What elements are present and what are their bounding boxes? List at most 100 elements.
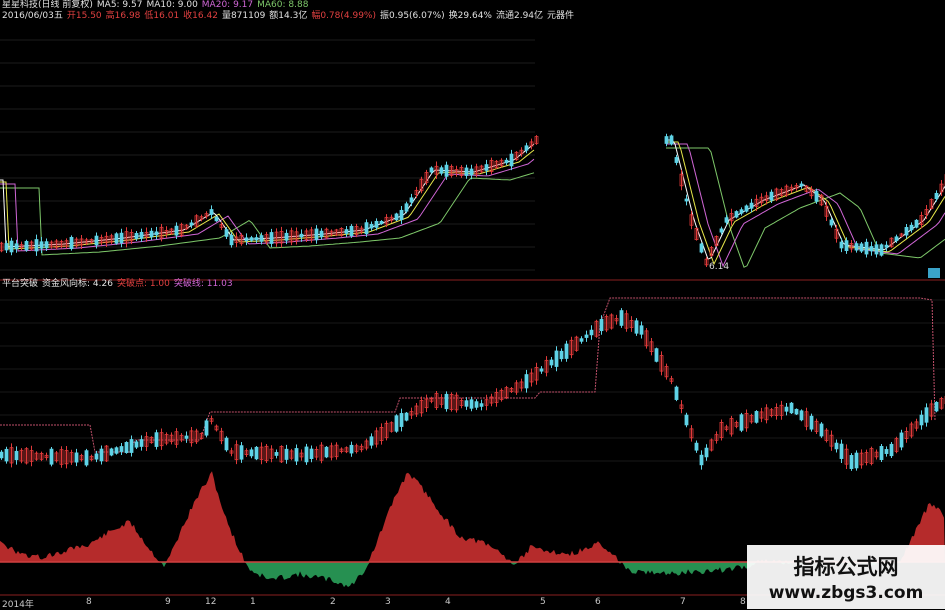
axis-label: 2014年 bbox=[2, 600, 34, 610]
candle-body bbox=[309, 448, 314, 459]
candle-body bbox=[149, 230, 154, 238]
candle-body bbox=[114, 233, 119, 244]
candle-body bbox=[84, 450, 89, 466]
candle-body bbox=[669, 135, 674, 145]
candle-body bbox=[859, 243, 864, 252]
candle-body bbox=[39, 241, 44, 249]
candle-body bbox=[139, 231, 144, 239]
candle-body bbox=[224, 229, 229, 237]
candle-body bbox=[664, 136, 669, 144]
candle-body bbox=[119, 446, 124, 452]
axis-label: 3 bbox=[385, 597, 391, 607]
candle-body bbox=[469, 168, 474, 176]
candle-body bbox=[719, 228, 724, 233]
candle-body bbox=[524, 374, 529, 389]
candle-body bbox=[109, 448, 114, 456]
low-price-label: 6.14 bbox=[709, 262, 730, 272]
watermark: 指标公式网 www.zbgs3.com bbox=[747, 545, 945, 609]
watermark-title: 指标公式网 bbox=[793, 555, 899, 579]
header-field: MA60: 8.88 bbox=[257, 0, 309, 10]
candle-body bbox=[799, 410, 804, 421]
header-field: 低16.01 bbox=[144, 11, 180, 21]
candle-body bbox=[864, 241, 869, 255]
candle-body bbox=[4, 243, 9, 251]
header-field: 突破线: 11.03 bbox=[173, 279, 233, 289]
candle-body bbox=[739, 414, 744, 431]
header-field: 2016/06/03五 bbox=[2, 11, 63, 21]
candle-body bbox=[124, 442, 129, 453]
candle-body bbox=[444, 393, 449, 410]
candle-body bbox=[749, 202, 754, 209]
candle-body bbox=[214, 216, 219, 222]
candle-body bbox=[14, 243, 19, 250]
candle-body bbox=[554, 350, 559, 367]
candle-body bbox=[799, 183, 804, 187]
chart-canvas[interactable] bbox=[0, 0, 945, 609]
candle-body bbox=[914, 219, 919, 228]
header-field: 突破点: 1.00 bbox=[116, 279, 170, 289]
candle-body bbox=[934, 401, 939, 412]
axis-label: 4 bbox=[445, 597, 451, 607]
candle-body bbox=[934, 192, 939, 200]
candle-body bbox=[379, 220, 384, 225]
candle-body bbox=[229, 234, 234, 246]
header-field: MA10: 9.00 bbox=[146, 0, 198, 10]
candle-body bbox=[704, 447, 709, 458]
candle-body bbox=[464, 400, 469, 407]
candle-body bbox=[224, 437, 229, 451]
candle-body bbox=[269, 232, 274, 244]
candle-body bbox=[44, 241, 49, 249]
candle-body bbox=[429, 167, 434, 173]
header-field: 振0.95(6.07%) bbox=[380, 11, 445, 21]
header-field: MA5: 9.57 bbox=[96, 0, 143, 10]
candle-body bbox=[134, 441, 139, 448]
candle-body bbox=[304, 446, 309, 463]
candle-body bbox=[769, 191, 774, 201]
candle-body bbox=[119, 232, 124, 244]
candle-body bbox=[444, 164, 449, 177]
indicator-header-row: 平台突破 资金风向标: 4.26 突破点: 1.00 突破线: 11.03 bbox=[2, 279, 237, 290]
candle-body bbox=[724, 217, 729, 223]
ma10-line bbox=[0, 141, 945, 266]
candle-body bbox=[249, 237, 254, 241]
candle-body bbox=[639, 325, 644, 335]
axis-label: 2 bbox=[330, 597, 336, 607]
candle-body bbox=[319, 230, 324, 238]
candle-body bbox=[394, 415, 399, 432]
candle-body bbox=[739, 209, 744, 214]
candle-body bbox=[634, 320, 639, 334]
candle-body bbox=[814, 190, 819, 202]
candle-body bbox=[239, 445, 244, 460]
candle-body bbox=[274, 452, 279, 456]
blank-area bbox=[535, 20, 945, 140]
candle-body bbox=[349, 444, 354, 454]
candle-body bbox=[154, 231, 159, 236]
candle-body bbox=[839, 241, 844, 249]
candle-body bbox=[484, 164, 489, 171]
candle-body bbox=[694, 442, 699, 451]
candle-body bbox=[869, 246, 874, 252]
candle-body bbox=[589, 329, 594, 336]
candle-body bbox=[184, 435, 189, 439]
candle-body bbox=[204, 420, 209, 436]
candle-body bbox=[439, 167, 444, 174]
header-field: 开15.50 bbox=[66, 11, 102, 21]
candle-body bbox=[874, 244, 879, 255]
candle-body bbox=[4, 448, 9, 462]
candle-body bbox=[674, 157, 679, 163]
candle-body bbox=[314, 228, 319, 241]
header-field: 量871109 bbox=[221, 11, 266, 21]
candle-body bbox=[189, 222, 194, 226]
candle-body bbox=[904, 227, 909, 236]
candle-body bbox=[9, 240, 14, 253]
header-field: 换29.64% bbox=[448, 11, 492, 21]
candle-body bbox=[479, 403, 484, 407]
panel-toggle-icon[interactable] bbox=[928, 268, 940, 278]
candle-body bbox=[849, 455, 854, 469]
header-field: 星星科技(日线 前复权) bbox=[2, 0, 93, 10]
candle-body bbox=[99, 448, 104, 462]
candle-body bbox=[829, 219, 834, 226]
candle-body bbox=[94, 235, 99, 246]
candle-body bbox=[0, 451, 4, 459]
candle-body bbox=[49, 448, 54, 465]
